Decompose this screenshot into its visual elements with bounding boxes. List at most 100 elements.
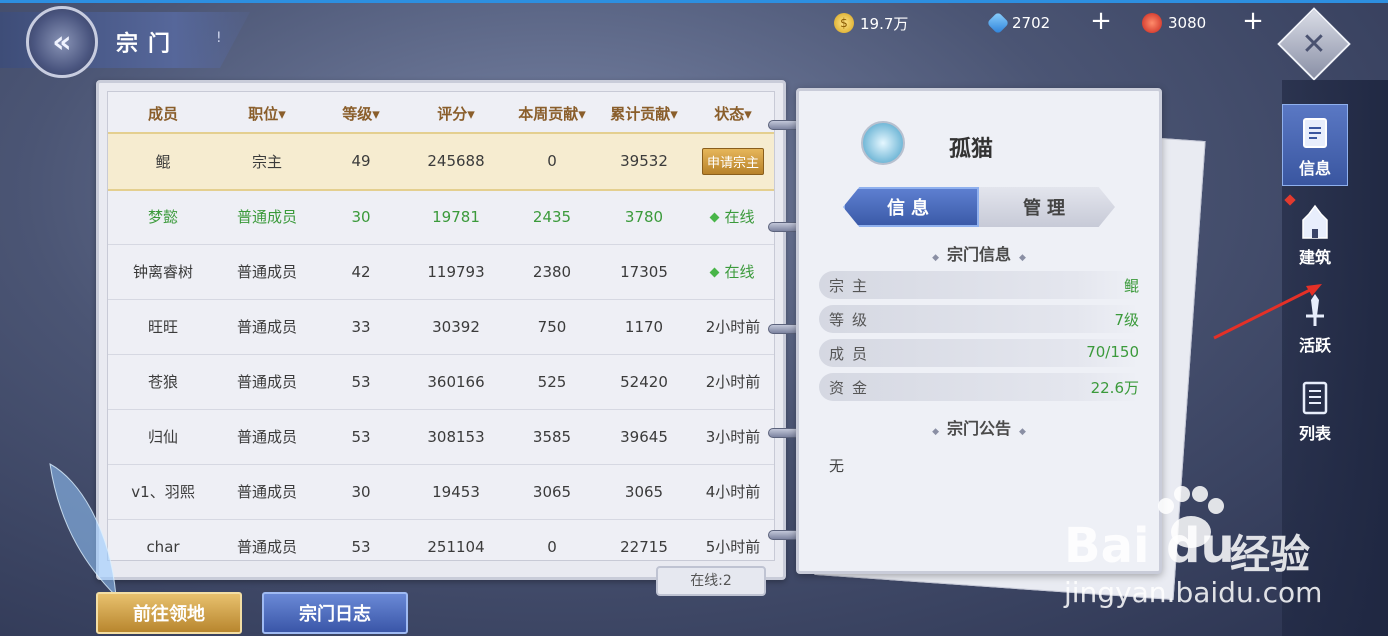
online-dot-icon — [710, 212, 720, 223]
member-week-contrib: 2435 — [506, 189, 598, 245]
info-row-level: 等级 7级 — [819, 305, 1139, 333]
ruby-icon — [1142, 13, 1162, 33]
member-total-contrib: 1170 — [598, 299, 690, 355]
member-role: 宗主 — [218, 134, 316, 190]
member-status: 在线 — [690, 244, 774, 300]
member-role: 普通成员 — [218, 409, 316, 465]
info-key: 宗主 — [829, 277, 876, 295]
header-member: 成员 — [147, 104, 178, 123]
member-total-contrib: 3780 — [598, 189, 690, 245]
member-status: 5小时前 — [690, 519, 774, 560]
member-score: 360166 — [406, 354, 506, 410]
header-status-sort[interactable]: 状态▾ — [690, 92, 774, 134]
header-level-sort[interactable]: 等级▾ — [316, 92, 406, 134]
info-value: 70/150 — [1086, 343, 1139, 361]
member-level: 53 — [316, 519, 406, 560]
member-list-panel: 成员 职位▾ 等级▾ 评分▾ 本周贡献▾ 累计贡献▾ 状态▾ 鲲 宗主 49 2… — [96, 80, 786, 580]
table-row[interactable]: 归仙 普通成员 53 308153 3585 39645 3小时前 — [108, 409, 774, 465]
diamond-icon — [986, 11, 1010, 35]
nav-item-building[interactable]: 建筑 — [1282, 192, 1348, 274]
add-gems-button[interactable]: + — [1088, 8, 1114, 34]
ruby-amount: 3080 — [1168, 14, 1207, 32]
sect-log-button[interactable]: 宗门日志 — [262, 592, 408, 634]
gold-amount: 19.7万 — [860, 14, 909, 33]
top-accent-line — [0, 0, 1388, 3]
annotation-arrow-icon — [1213, 284, 1322, 340]
member-role: 普通成员 — [218, 519, 316, 560]
member-status: 3小时前 — [690, 409, 774, 465]
member-level: 42 — [316, 244, 406, 300]
baidu-watermark: Bai du 经验 jingyan.baidu.com — [1060, 480, 1380, 620]
header-score-sort[interactable]: 评分▾ — [406, 92, 506, 134]
member-total-contrib: 52420 — [598, 354, 690, 410]
member-name: 钟离睿树 — [108, 244, 218, 300]
member-week-contrib: 0 — [506, 519, 598, 560]
coin-icon: $ — [834, 13, 854, 33]
nav-item-info[interactable]: 信息 — [1282, 104, 1348, 186]
member-total-contrib: 39532 — [598, 134, 690, 190]
member-name: 归仙 — [108, 409, 218, 465]
info-value: 7级 — [1114, 311, 1139, 329]
apply-leader-button[interactable]: 申请宗主 — [701, 147, 764, 175]
goto-territory-button[interactable]: 前往领地 — [96, 592, 242, 634]
member-score: 308153 — [406, 409, 506, 465]
watermark-cn: 经验 — [1230, 532, 1310, 578]
status-text: 在线 — [724, 263, 755, 281]
table-row[interactable]: v1、羽熙 普通成员 30 19453 3065 3065 4小时前 — [108, 464, 774, 520]
close-icon: ✕ — [1301, 26, 1327, 62]
nav-item-list[interactable]: 列表 — [1282, 368, 1348, 450]
table-row[interactable]: 旺旺 普通成员 33 30392 750 1170 2小时前 — [108, 299, 774, 355]
nav-label: 建筑 — [1298, 248, 1331, 267]
scroll-icon — [1303, 118, 1327, 148]
member-role: 普通成员 — [218, 244, 316, 300]
table-row[interactable]: 鲲 宗主 49 245688 0 39532 申请宗主 — [108, 132, 774, 191]
member-role: 普通成员 — [218, 354, 316, 410]
sect-name: 孤猫 — [949, 136, 994, 162]
member-role: 普通成员 — [218, 464, 316, 520]
table-row[interactable]: 钟离睿树 普通成员 42 119793 2380 17305 在线 — [108, 244, 774, 300]
member-level: 53 — [316, 409, 406, 465]
header-total-contrib-sort[interactable]: 累计贡献▾ — [598, 92, 690, 134]
member-status: 2小时前 — [690, 299, 774, 355]
member-name: char — [108, 519, 218, 560]
member-score: 245688 — [406, 134, 506, 190]
member-name: v1、羽熙 — [108, 464, 218, 520]
sect-emblem-icon — [861, 121, 905, 165]
member-level: 30 — [316, 464, 406, 520]
header-week-contrib-sort[interactable]: 本周贡献▾ — [506, 92, 598, 134]
sect-info-heading: 宗门信息 — [799, 241, 1159, 265]
table-row[interactable]: char 普通成员 53 251104 0 22715 5小时前 — [108, 519, 774, 560]
member-level: 33 — [316, 299, 406, 355]
info-value: 鲲 — [1123, 277, 1139, 295]
close-button[interactable]: ✕ — [1277, 7, 1351, 81]
table-header-row: 成员 职位▾ 等级▾ 评分▾ 本周贡献▾ 累计贡献▾ 状态▾ — [108, 92, 774, 134]
online-dot-icon — [710, 267, 720, 278]
tab-manage[interactable]: 管理 — [979, 187, 1115, 227]
table-row[interactable]: 苍狼 普通成员 53 360166 525 52420 2小时前 — [108, 354, 774, 410]
info-row-leader: 宗主 鲲 — [819, 271, 1139, 299]
status-text: 在线 — [724, 208, 755, 226]
info-key: 等级 — [829, 311, 876, 329]
member-name: 苍狼 — [108, 354, 218, 410]
member-score: 251104 — [406, 519, 506, 560]
watermark-logo: Bai du — [1064, 518, 1235, 574]
info-key: 成员 — [829, 345, 876, 363]
member-total-contrib: 39645 — [598, 409, 690, 465]
info-key: 资金 — [829, 379, 876, 397]
member-status: 4小时前 — [690, 464, 774, 520]
member-table-container[interactable]: 成员 职位▾ 等级▾ 评分▾ 本周贡献▾ 累计贡献▾ 状态▾ 鲲 宗主 49 2… — [107, 91, 775, 561]
info-icon[interactable]: ! — [216, 30, 222, 46]
nav-label: 信息 — [1298, 159, 1331, 178]
back-emblem-icon[interactable]: « — [26, 6, 98, 78]
member-status: 2小时前 — [690, 354, 774, 410]
nav-label: 列表 — [1298, 424, 1331, 443]
member-status: 在线 — [690, 189, 774, 245]
table-row[interactable]: 梦懿 普通成员 30 19781 2435 3780 在线 — [108, 189, 774, 245]
member-score: 30392 — [406, 299, 506, 355]
tab-info[interactable]: 信息 — [843, 187, 979, 227]
header-role-sort[interactable]: 职位▾ — [218, 92, 316, 134]
member-week-contrib: 525 — [506, 354, 598, 410]
member-status: 申请宗主 — [690, 134, 774, 190]
info-row-members: 成员 70/150 — [819, 339, 1139, 367]
add-rubies-button[interactable]: + — [1240, 8, 1266, 34]
